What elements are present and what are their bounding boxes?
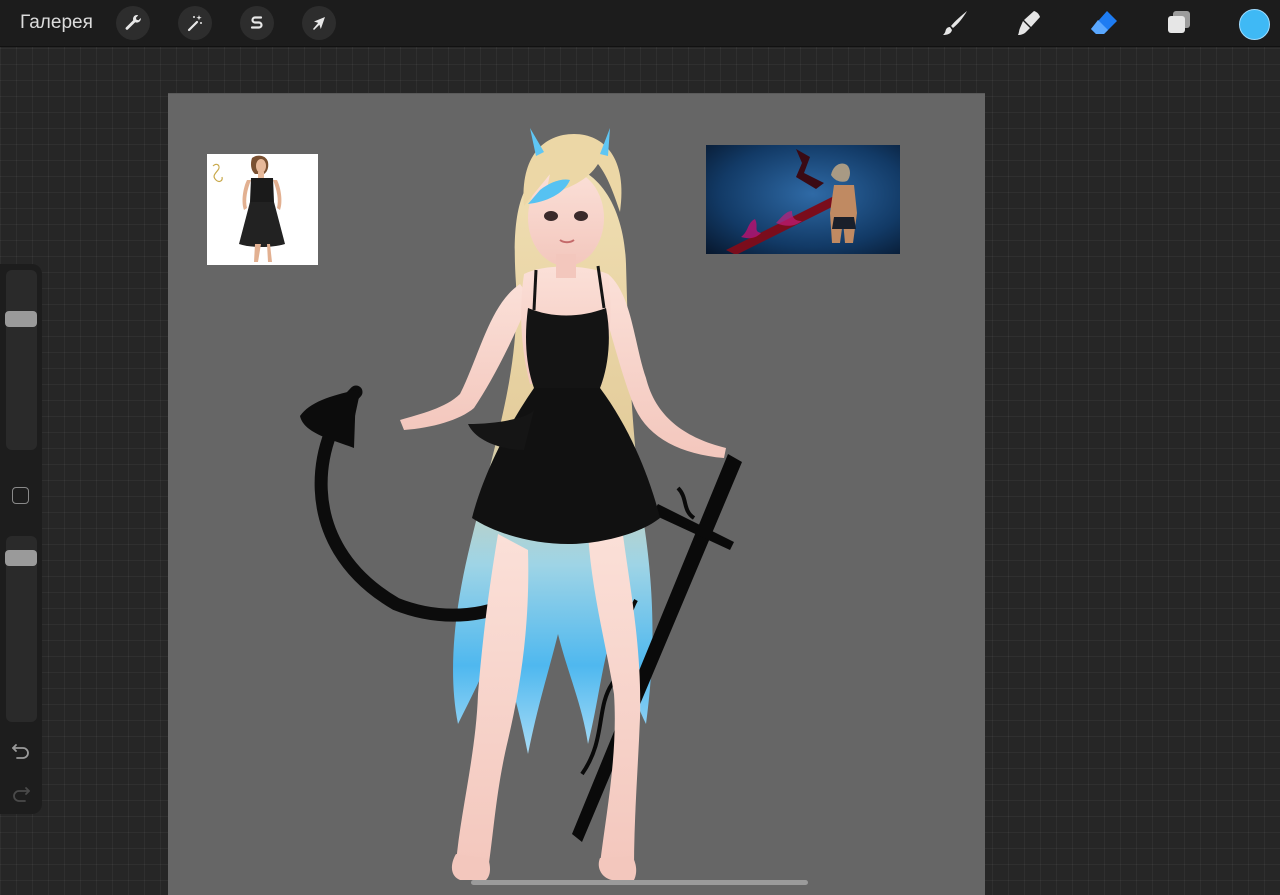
brush-size-slider[interactable] [6, 270, 37, 450]
adjustments-button[interactable] [178, 6, 212, 40]
magic-wand-icon [187, 15, 202, 32]
modify-square-button[interactable] [12, 487, 29, 504]
redo-button[interactable] [8, 780, 34, 806]
eraser-icon [1091, 11, 1117, 34]
smudge-tool[interactable] [1011, 5, 1047, 41]
layers-button[interactable] [1161, 5, 1197, 41]
anime-demon-girl-drawing [300, 128, 742, 880]
home-indicator[interactable] [471, 880, 808, 885]
undo-icon [12, 744, 29, 759]
brush-icon [943, 11, 967, 35]
selection-button[interactable] [240, 6, 274, 40]
smudge-icon [1018, 11, 1040, 35]
arrow-cursor-icon [313, 17, 325, 30]
eraser-tool[interactable] [1086, 5, 1122, 41]
actions-button[interactable] [116, 6, 150, 40]
brush-size-handle[interactable] [5, 311, 37, 327]
selection-s-icon [250, 16, 263, 29]
color-picker-button[interactable] [1239, 9, 1270, 40]
layers-icon [1168, 11, 1190, 33]
drawing-canvas[interactable] [168, 93, 985, 895]
undo-button[interactable] [8, 737, 34, 763]
opacity-handle[interactable] [5, 549, 37, 566]
brush-tool[interactable] [937, 5, 973, 41]
left-sidebar [0, 264, 42, 814]
gallery-button[interactable]: Галерея [20, 12, 93, 34]
redo-icon [13, 787, 30, 802]
top-toolbar: Галерея [0, 0, 1280, 47]
transform-button[interactable] [302, 6, 336, 40]
wrench-icon [125, 15, 141, 30]
